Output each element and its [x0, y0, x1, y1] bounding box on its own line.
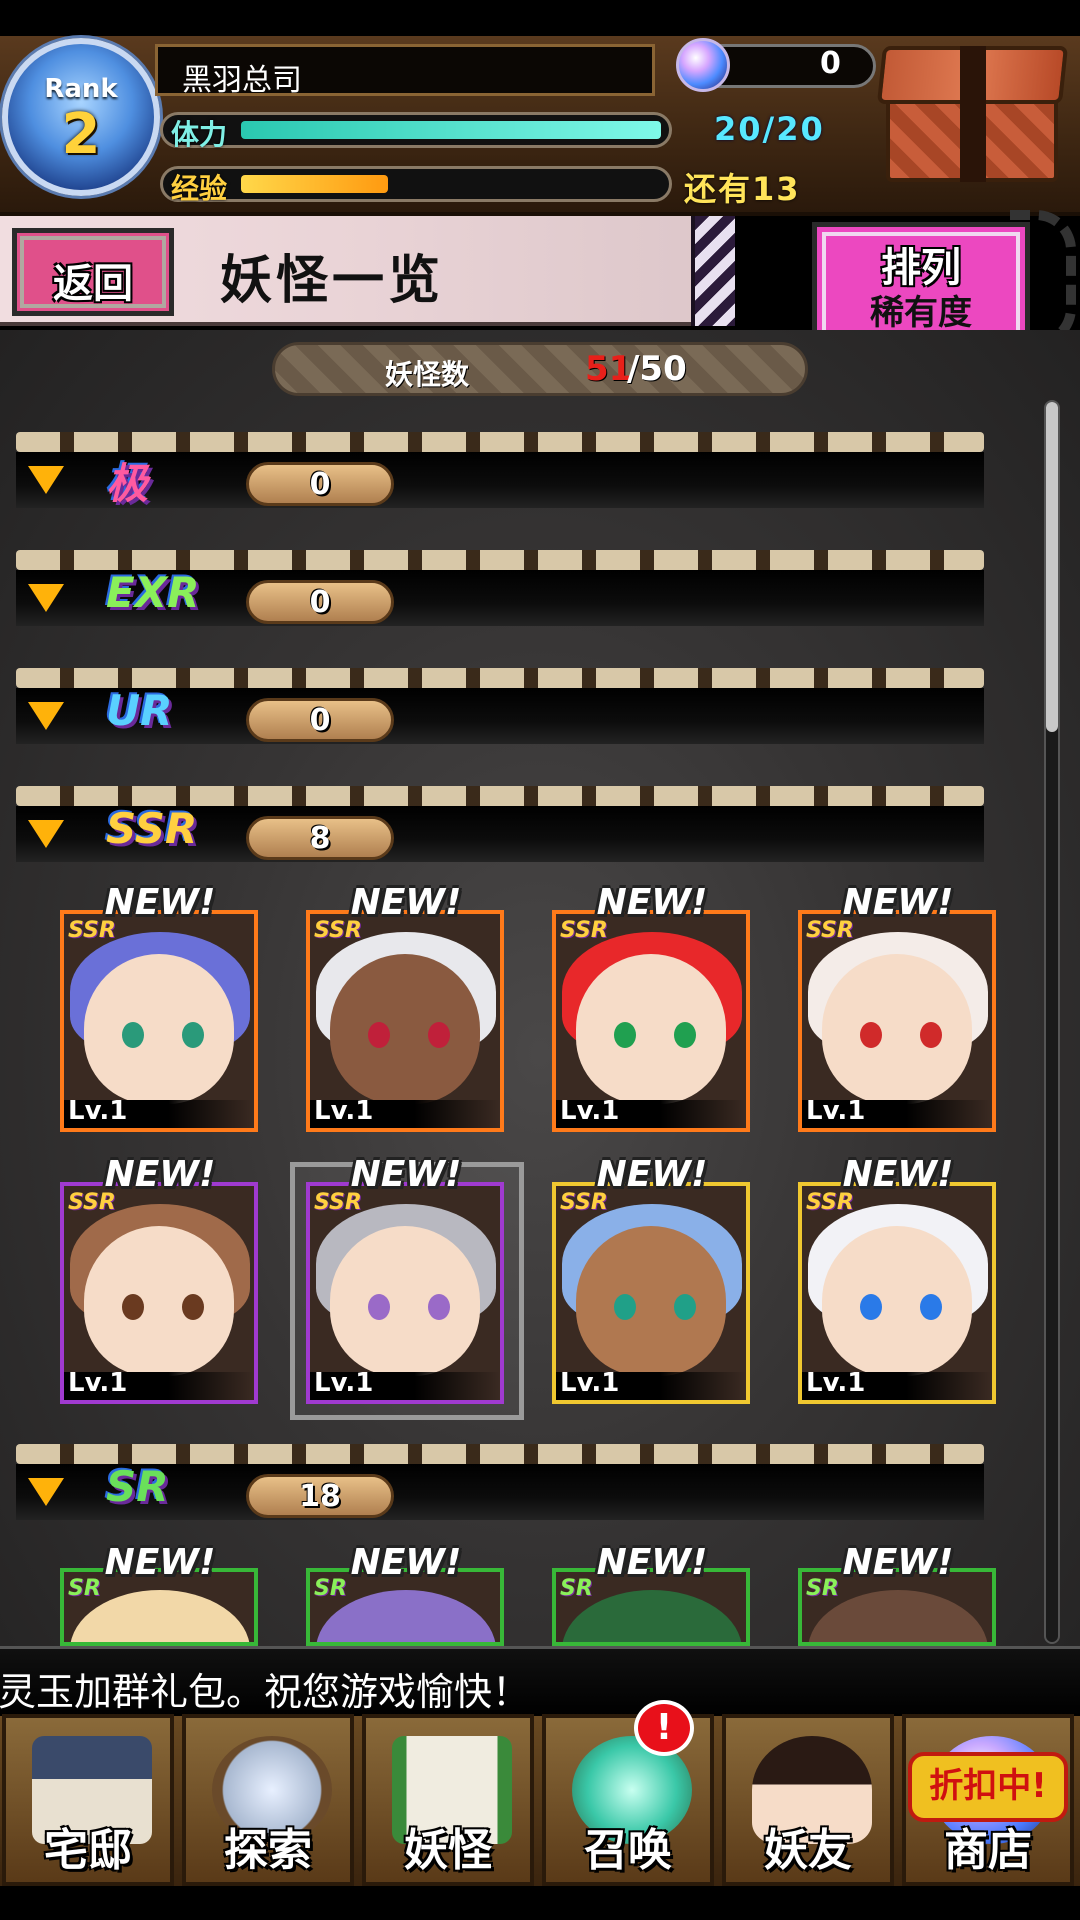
gear-icon	[1010, 210, 1076, 348]
nav-label: 召唤	[584, 1825, 672, 1876]
nav-label: 妖友	[764, 1825, 852, 1876]
back-button[interactable]: 返回	[12, 228, 174, 316]
category-header-sr[interactable]: SR 18	[16, 1444, 984, 1520]
stamina-fill	[241, 121, 661, 139]
exp-bar: 经验	[160, 166, 672, 205]
stamina-value: 20/20	[714, 110, 825, 148]
new-badge: NEW!	[350, 1542, 462, 1583]
category-count-value: 18	[299, 1479, 341, 1514]
announcement-ticker: 灵玉加群礼包。祝您游戏愉快！	[0, 1646, 1080, 1716]
card-level: Lv.1	[314, 1096, 374, 1126]
monster-card[interactable]: SSR Lv.1	[306, 910, 504, 1132]
card-level: Lv.1	[560, 1368, 620, 1398]
rarity-label: EXR	[106, 568, 200, 617]
category-count: 8	[246, 816, 394, 860]
status-bar	[0, 0, 1080, 36]
new-badge: NEW!	[842, 1542, 954, 1583]
monster-card[interactable]: SSR Lv.1	[60, 910, 258, 1132]
sort-value: 稀有度	[870, 293, 972, 333]
category-count-value: 0	[309, 467, 331, 502]
nav-label: 探索	[224, 1825, 312, 1876]
card-level: Lv.1	[560, 1096, 620, 1126]
new-badge: NEW!	[842, 1154, 954, 1195]
monster-card[interactable]: SSR Lv.1	[306, 1182, 504, 1404]
new-badge: NEW!	[350, 1154, 462, 1195]
category-header-ur[interactable]: UR 0	[16, 668, 984, 744]
category-count: 0	[246, 698, 394, 742]
monster-count: 妖怪数 51 /50	[272, 342, 808, 396]
back-label: 返回	[53, 261, 133, 307]
new-badge: NEW!	[104, 1542, 216, 1583]
sort-button[interactable]: 排列 稀有度	[812, 222, 1030, 344]
orb-count: 0	[820, 46, 841, 81]
monster-card[interactable]: SSR Lv.1	[552, 1182, 750, 1404]
new-badge: NEW!	[350, 882, 462, 923]
new-badge: NEW!	[842, 882, 954, 923]
category-header-kiwami[interactable]: 极 0	[16, 432, 984, 508]
category-count: 0	[246, 580, 394, 624]
stamina-label: 体力	[171, 118, 228, 151]
card-level: Lv.1	[68, 1368, 128, 1398]
monster-count-label: 妖怪数	[385, 358, 470, 391]
new-badge: NEW!	[104, 1154, 216, 1195]
stamina-bar: 体力	[160, 112, 672, 151]
monster-card[interactable]: SSR Lv.1	[798, 1182, 996, 1404]
shop-sale-badge: 折扣中!	[908, 1752, 1068, 1822]
new-badge: NEW!	[596, 1154, 708, 1195]
rarity-label: SR	[106, 1462, 169, 1511]
player-name: 黑羽总司	[182, 63, 302, 98]
category-count-value: 0	[309, 585, 331, 620]
system-nav-bar	[0, 1886, 1080, 1920]
category-header-exr[interactable]: EXR 0	[16, 550, 984, 626]
nav-mansion[interactable]: 宅邸	[2, 1714, 174, 1886]
monster-card[interactable]: SSR Lv.1	[798, 910, 996, 1132]
nav-monsters[interactable]: 妖怪	[362, 1714, 534, 1886]
category-count-value: 8	[309, 821, 331, 856]
nav-label: 商店	[944, 1825, 1032, 1876]
card-level: Lv.1	[68, 1096, 128, 1126]
expand-arrow-icon	[28, 584, 64, 612]
summon-alert-badge: !	[634, 1700, 694, 1756]
category-count-value: 0	[309, 703, 331, 738]
monster-card[interactable]: SSR Lv.1	[60, 1182, 258, 1404]
expand-arrow-icon	[28, 820, 64, 848]
rank-label: Rank	[44, 74, 118, 104]
card-level: Lv.1	[806, 1368, 866, 1398]
card-level: Lv.1	[806, 1096, 866, 1126]
exp-fill	[241, 175, 388, 193]
exp-remaining: 还有13	[684, 170, 801, 208]
rank-value: 2	[61, 102, 101, 167]
card-level: Lv.1	[314, 1368, 374, 1398]
expand-arrow-icon	[28, 702, 64, 730]
gift-chest-icon[interactable]	[876, 46, 1069, 186]
page-title: 妖怪一览	[220, 251, 445, 311]
nav-friends[interactable]: 妖友	[722, 1714, 894, 1886]
rank-emblem[interactable]: Rank 2	[2, 38, 160, 196]
nav-label: 宅邸	[44, 1825, 132, 1876]
monster-count-current: 51	[585, 349, 633, 389]
category-header-ssr[interactable]: SSR 8	[16, 786, 984, 862]
spirit-orb-icon	[676, 38, 730, 92]
ticker-text: 灵玉加群礼包。祝您游戏愉快！	[0, 1670, 531, 1714]
nav-explore[interactable]: 探索	[182, 1714, 354, 1886]
monster-count-max: /50	[627, 349, 687, 389]
rarity-label: SSR	[106, 804, 198, 853]
new-badge: NEW!	[596, 1542, 708, 1583]
new-badge: NEW!	[596, 882, 708, 923]
rarity-label: UR	[106, 686, 173, 735]
category-count: 18	[246, 1474, 394, 1518]
rarity-label: 极	[106, 459, 149, 508]
scrollbar-thumb[interactable]	[1046, 402, 1058, 732]
expand-arrow-icon	[28, 466, 64, 494]
expand-arrow-icon	[28, 1478, 64, 1506]
exp-label: 经验	[171, 172, 228, 205]
monster-card[interactable]: SSR Lv.1	[552, 910, 750, 1132]
player-name-box: 黑羽总司	[155, 44, 655, 98]
new-badge: NEW!	[104, 882, 216, 923]
nav-label: 妖怪	[404, 1825, 492, 1876]
category-count: 0	[246, 462, 394, 506]
